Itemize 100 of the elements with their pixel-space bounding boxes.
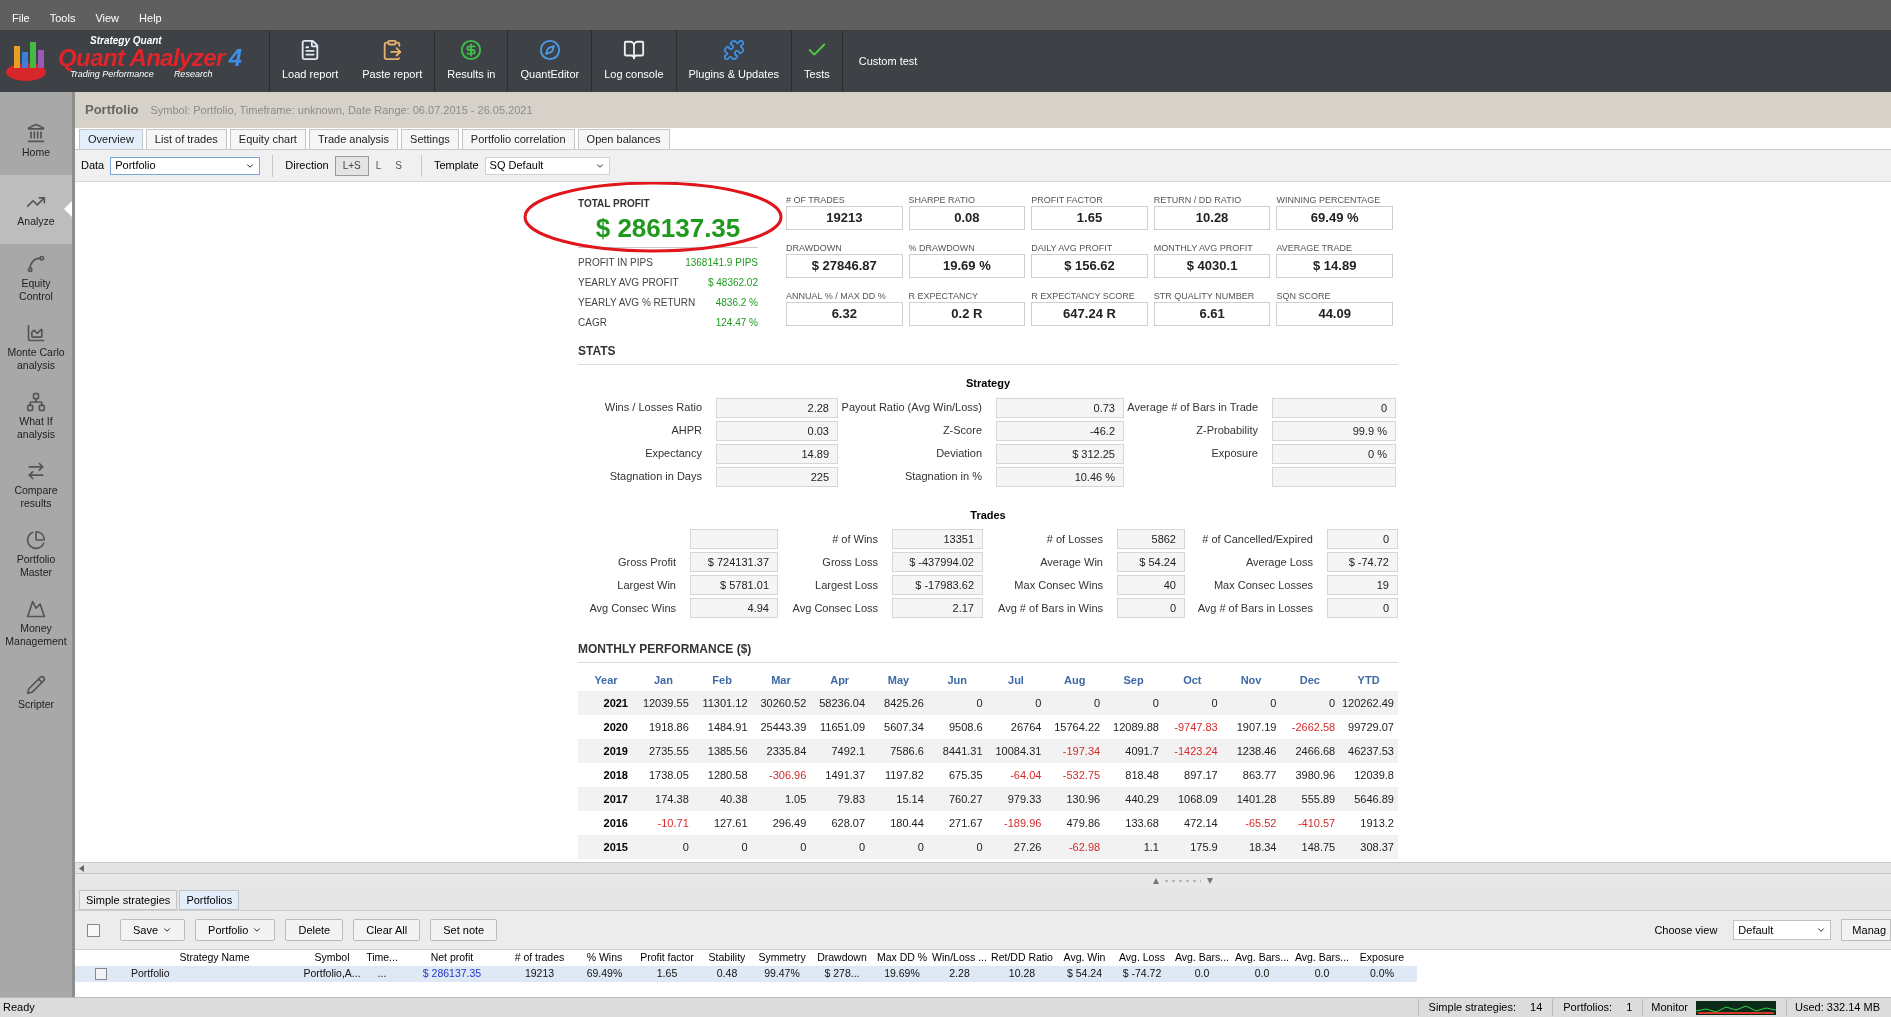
template-select[interactable]: SQ Default	[484, 156, 610, 175]
menu-item[interactable]: Tools	[49, 9, 76, 26]
checkbox[interactable]	[95, 968, 107, 980]
metric-value: 1.65	[1031, 206, 1148, 230]
stat-label: Stagnation in %	[903, 469, 983, 485]
sidebar-item[interactable]: What If analysis	[0, 382, 72, 451]
month-value-cell-text: 148.75	[1300, 839, 1337, 855]
total-profit-value: $ 286137.35	[578, 211, 758, 248]
table-column-header[interactable]: Avg. Bars...	[1172, 950, 1232, 966]
table-column-header[interactable]: Avg. Win	[1057, 950, 1112, 966]
tab[interactable]: Trade analysis	[308, 129, 399, 149]
tab[interactable]: List of trades	[145, 129, 227, 149]
value-field: 19	[1327, 575, 1398, 595]
month-value-cell-text: 271.67	[947, 815, 984, 831]
stat-label: Avg Consec Loss	[791, 600, 879, 616]
stat-label: Avg Consec Wins	[588, 600, 677, 616]
value-field: $ 724131.37	[690, 552, 778, 572]
table-column-header[interactable]: Exposure	[1352, 950, 1412, 966]
custom-test-button[interactable]: Custom test	[842, 30, 934, 92]
table-cell-text: Portfolio	[130, 966, 171, 982]
tab[interactable]: Settings	[401, 129, 459, 149]
sidebar-item[interactable]: Scripter	[0, 658, 72, 727]
panel-button[interactable]: Clear All	[353, 919, 421, 941]
table-column-header[interactable]: Symmetry	[752, 950, 812, 966]
stats-heading: STATS	[578, 342, 1398, 365]
horizontal-scrollbar[interactable]	[75, 862, 1891, 874]
menu-item[interactable]: View	[95, 9, 120, 26]
value-field: 14.89	[716, 443, 838, 464]
view-select[interactable]: Default	[1733, 920, 1832, 940]
sidebar-item[interactable]: Analyze	[0, 175, 72, 244]
sidebar-item[interactable]: Money Management	[0, 589, 72, 658]
month-value-cell-text: -1423.24	[1173, 743, 1219, 759]
table-column-header[interactable]: % Wins	[577, 950, 632, 966]
status-value: 1	[1626, 1000, 1633, 1016]
sidebar-item[interactable]: Monte Carlo analysis	[0, 313, 72, 382]
table-column-header[interactable]: Ret/DD Ratio	[987, 950, 1057, 966]
month-value-cell-text: 99729.07	[1347, 719, 1395, 735]
panel-button[interactable]: Set note	[430, 919, 498, 941]
table-cell-text: 99.47%	[763, 966, 801, 982]
logo-version: 4	[228, 46, 243, 70]
month-value-cell-text: 58236.04	[818, 695, 867, 711]
tab[interactable]: Portfolios	[179, 890, 240, 910]
sidebar-item[interactable]: Portfolio Master	[0, 520, 72, 589]
tab[interactable]: Overview	[79, 129, 143, 149]
year-cell-text: 2018	[602, 767, 629, 783]
checkbox[interactable]	[87, 923, 100, 937]
logo-brand: Strategy Quant	[89, 36, 163, 46]
manage-button[interactable]: Manag	[1841, 919, 1891, 941]
table-column-header[interactable]: Avg. Bars...	[1232, 950, 1292, 966]
sidebar-item[interactable]: Compare results	[0, 451, 72, 520]
sidebar-item[interactable]: Equity Control	[0, 244, 72, 313]
tab[interactable]: Open balances	[577, 129, 670, 149]
scroll-left-icon[interactable]	[79, 864, 84, 872]
direction-toggle[interactable]: L	[368, 155, 389, 176]
table-column-header[interactable]: Avg. Bars...	[1292, 950, 1352, 966]
direction-toggle[interactable]: S	[388, 155, 409, 176]
panel-button[interactable]: Save	[120, 919, 186, 941]
profit-stat-value: 1368141.9 PIPS	[685, 255, 758, 270]
tab[interactable]: Simple strategies	[79, 890, 178, 910]
sidebar-item[interactable]: Home	[0, 106, 72, 175]
toolbar-button[interactable]: Load report	[270, 30, 351, 92]
menu-item[interactable]: Help	[139, 9, 162, 26]
direction-toggle[interactable]: L+S	[334, 155, 369, 176]
table-column-header[interactable]: # of trades	[502, 950, 577, 966]
splitter-handle-icon[interactable]	[1153, 877, 1213, 885]
month-value-cell-text: 1491.37	[824, 767, 867, 783]
table-column-header[interactable]: Symbol	[302, 950, 362, 966]
stat-label: Expectancy	[644, 446, 703, 462]
tab[interactable]: Equity chart	[229, 129, 306, 149]
panel-button[interactable]: Delete	[285, 919, 344, 941]
month-value-cell-text: 863.77	[1241, 767, 1278, 783]
table-row[interactable]: Portfolio Portfolio,A... ... $ 286137.35 19213 69.49% 1.65 0.48 99.47% $ 278... 19.69% 2.28 10.28 $ 54.24 $ -74.72 0.0 0.0 0.0 0.0%	[75, 966, 1417, 982]
table-column-header[interactable]: Profit factor	[632, 950, 702, 966]
metric-value: 0.2 R	[908, 302, 1026, 326]
stat-label: Gross Loss	[821, 554, 879, 570]
data-select[interactable]: Portfolio	[110, 156, 261, 175]
menu-item[interactable]: File	[12, 9, 30, 26]
value-field: 0 %	[1272, 443, 1396, 464]
panel-button[interactable]: Portfolio	[195, 919, 276, 941]
metric-value: 6.61	[1153, 302, 1271, 326]
month-column-header: Oct	[1182, 672, 1203, 688]
table-column-header[interactable]: Avg. Loss	[1112, 950, 1172, 966]
month-value-cell-text: 174.38	[654, 791, 690, 807]
table-cell-text: 10.28	[1007, 966, 1037, 982]
table-column-header[interactable]: Strategy Name	[127, 950, 302, 966]
value-field: $ 54.24	[1117, 552, 1185, 572]
table-column-header[interactable]: Drawdown	[812, 950, 872, 966]
line-chart-icon	[26, 254, 46, 274]
profit-stat-value: 124.47 %	[715, 315, 758, 330]
table-column-header[interactable]: Stability	[702, 950, 752, 966]
table-column-header[interactable]: Win/Loss ...	[932, 950, 987, 966]
table-column-header[interactable]: Max DD %	[872, 950, 932, 966]
tab[interactable]: Portfolio correlation	[461, 129, 575, 149]
year-cell-text: 2017	[602, 791, 629, 807]
table-cell-text: 0.0%	[1369, 966, 1395, 982]
table-column-header[interactable]: Net profit	[402, 950, 502, 966]
month-column-header: Dec	[1298, 672, 1321, 688]
table-column-header[interactable]: Time...	[362, 950, 402, 966]
year-cell-text: 2020	[602, 719, 629, 735]
month-value-cell-text: 12089.88	[1112, 719, 1160, 735]
